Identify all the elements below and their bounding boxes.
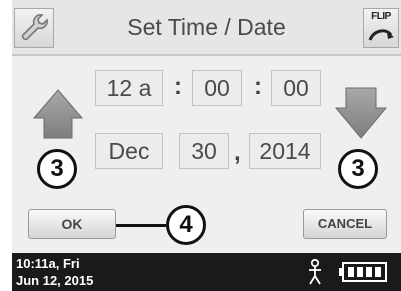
date-separator: , <box>234 139 241 166</box>
person-icon <box>309 259 321 285</box>
down-arrow-icon[interactable] <box>334 86 388 140</box>
battery-icon <box>339 262 387 282</box>
time-separator: : <box>254 73 262 100</box>
title-bar: Set Time / Date FLIP <box>12 0 401 56</box>
month-field[interactable]: Dec <box>95 133 163 169</box>
day-field[interactable]: 30 <box>179 133 229 169</box>
callout-ok: 4 <box>166 205 206 245</box>
settings-button[interactable] <box>14 8 54 48</box>
cancel-button[interactable]: CANCEL <box>303 209 387 239</box>
flip-button[interactable]: FLIP <box>363 8 399 48</box>
callout-left: 3 <box>37 149 77 189</box>
hour-field[interactable]: 12 a <box>95 70 163 106</box>
flip-screen-icon <box>368 29 394 41</box>
time-separator: : <box>174 73 182 100</box>
up-arrow-icon[interactable] <box>32 88 84 142</box>
status-time: 10:11a, Fri <box>16 256 80 271</box>
second-field[interactable]: 00 <box>271 70 321 106</box>
wrench-icon <box>21 14 48 41</box>
callout-right: 3 <box>338 149 378 189</box>
ok-button[interactable]: OK <box>28 209 116 239</box>
callout-leader-line <box>116 224 166 227</box>
status-bar: 10:11a, Fri Jun 12, 2015 <box>12 253 401 291</box>
device-screen: Set Time / Date FLIP 12 a : 00: 00 Dec … <box>12 0 401 291</box>
page-title: Set Time / Date <box>127 14 286 40</box>
flip-label: FLIP <box>371 11 391 22</box>
minute-field[interactable]: 00 <box>192 70 242 106</box>
year-field[interactable]: 2014 <box>249 133 321 169</box>
status-date: Jun 12, 2015 <box>16 273 94 288</box>
